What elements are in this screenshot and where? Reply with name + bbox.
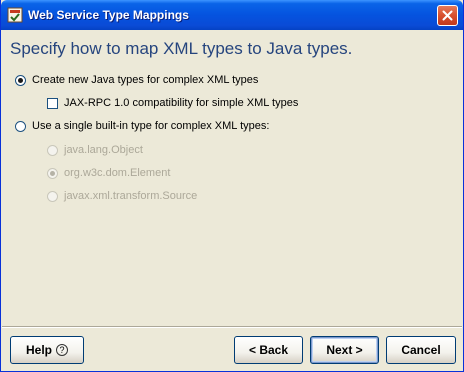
dialog-window: Web Service Type Mappings Specify how to… [0, 0, 464, 372]
radio-button-disabled[interactable] [47, 145, 58, 156]
help-button[interactable]: Help ? [10, 336, 84, 364]
next-button-label: Next > [326, 343, 363, 357]
close-button[interactable] [437, 5, 458, 26]
radio-builtin-label: java.lang.Object [64, 144, 143, 156]
cancel-button[interactable]: Cancel [386, 336, 456, 364]
title-bar[interactable]: Web Service Type Mappings [1, 0, 463, 30]
checkbox-jaxrpc-compat-label: JAX-RPC 1.0 compatibility for simple XML… [64, 97, 299, 109]
back-button[interactable]: < Back [234, 336, 303, 364]
wizard-app-icon [7, 7, 23, 23]
radio-builtin-label: org.w3c.dom.Element [64, 167, 171, 179]
next-button[interactable]: Next > [310, 336, 379, 364]
radio-create-new-types-label: Create new Java types for complex XML ty… [32, 74, 259, 86]
radio-builtin-label: javax.xml.transform.Source [64, 190, 198, 202]
radio-button-selected[interactable] [15, 75, 26, 86]
help-button-label: Help [25, 343, 52, 357]
cancel-button-label: Cancel [401, 343, 441, 357]
back-button-label: < Back [248, 343, 289, 357]
button-bar-divider [2, 326, 462, 328]
radio-single-builtin-type-label: Use a single built-in type for complex X… [32, 120, 270, 132]
close-icon [442, 10, 453, 21]
window-title: Web Service Type Mappings [28, 8, 189, 22]
page-heading: Specify how to map XML types to Java typ… [10, 39, 353, 58]
help-icon: ? [56, 344, 68, 356]
radio-button-disabled-selected[interactable] [47, 168, 58, 179]
checkbox-box[interactable] [47, 98, 58, 109]
radio-button[interactable] [15, 121, 26, 132]
radio-button-disabled[interactable] [47, 191, 58, 202]
